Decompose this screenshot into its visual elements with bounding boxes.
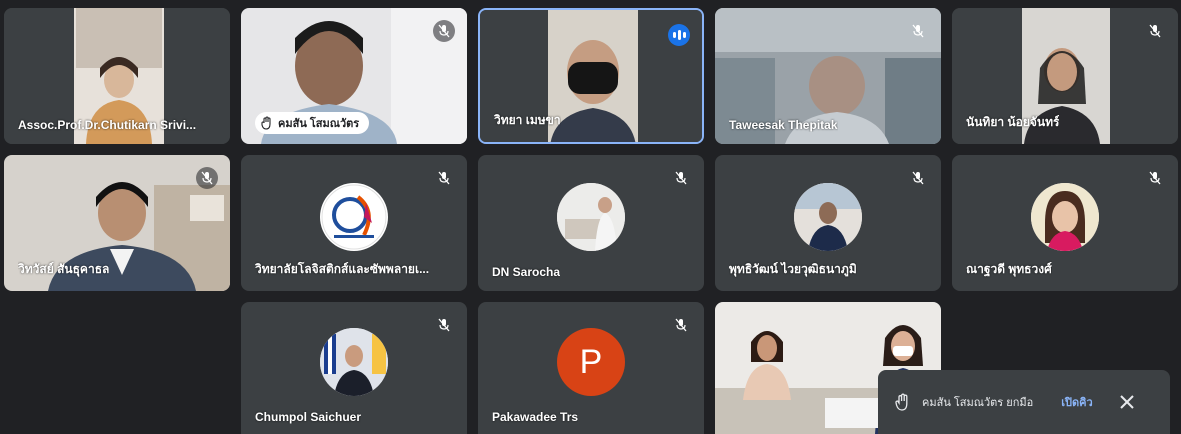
participant-name: Pakawadee Trs	[492, 410, 579, 424]
mic-off-icon	[670, 314, 692, 336]
participant-name: Taweesak Thepitak	[729, 118, 838, 132]
mic-off-icon	[433, 20, 455, 42]
avatar	[1031, 183, 1099, 251]
raised-hand-icon	[895, 393, 908, 411]
participant-tile[interactable]: พุทธิวัฒน์ ไวยวุฒิธนาภูมิ	[715, 155, 941, 291]
notification-message: คมสัน โสมณวัตร ยกมือ	[922, 397, 1034, 409]
avatar	[320, 328, 388, 396]
avatar	[794, 183, 862, 251]
mic-off-icon	[196, 167, 218, 189]
participant-tile[interactable]: Assoc.Prof.Dr.Chutikarn Srivi...	[4, 8, 230, 144]
participant-tile[interactable]: P Pakawadee Trs	[478, 302, 704, 434]
mic-off-icon	[1144, 20, 1166, 42]
participant-tile[interactable]: Chumpol Saichuer	[241, 302, 467, 434]
raised-hand-icon	[261, 116, 271, 130]
close-icon[interactable]	[1117, 392, 1137, 412]
raised-hand-notification: คมสัน โสมณวัตร ยกมือ เปิดคิว	[878, 370, 1170, 434]
mic-off-icon	[907, 167, 929, 189]
participant-name: วิทยาลัยโลจิสติกส์และซัพพลายเ...	[255, 262, 430, 276]
avatar-letter: P	[579, 342, 603, 381]
participant-tile[interactable]: DN Sarocha	[478, 155, 704, 291]
participant-name: วิทวัสย์ สันธุคาธล	[18, 262, 110, 276]
participant-tile[interactable]: คมสัน โสมณวัตร	[241, 8, 467, 144]
participant-tile[interactable]: นันทิยา น้อยจันทร์	[952, 8, 1178, 144]
participant-name: คมสัน โสมณวัตร	[278, 118, 360, 130]
audio-level-icon	[668, 24, 690, 46]
participant-tile-active-speaker[interactable]: วิทยา เมษขา	[478, 8, 704, 144]
participant-name: DN Sarocha	[492, 265, 561, 279]
participant-tile[interactable]: Taweesak Thepitak	[715, 8, 941, 144]
avatar-initial: P	[557, 328, 625, 396]
mic-off-icon	[670, 167, 692, 189]
participant-name: Assoc.Prof.Dr.Chutikarn Srivi...	[18, 118, 197, 132]
mic-off-icon	[907, 20, 929, 42]
participant-name: นันทิยา น้อยจันทร์	[966, 115, 1060, 129]
participant-tile[interactable]: ณาฐวดี พุทธวงศ์	[952, 155, 1178, 291]
mic-off-icon	[433, 167, 455, 189]
open-queue-button[interactable]: เปิดคิว	[1061, 393, 1092, 411]
participant-name: ณาฐวดี พุทธวงศ์	[966, 262, 1052, 276]
mic-off-icon	[1144, 167, 1166, 189]
participant-tile[interactable]: วิทยาลัยโลจิสติกส์และซัพพลายเ...	[241, 155, 467, 291]
participant-name: Chumpol Saichuer	[255, 410, 362, 424]
name-pill: คมสัน โสมณวัตร	[255, 112, 370, 134]
avatar	[320, 183, 388, 251]
avatar	[557, 183, 625, 251]
participant-tile[interactable]: วิทวัสย์ สันธุคาธล	[4, 155, 230, 291]
participant-name: พุทธิวัฒน์ ไวยวุฒิธนาภูมิ	[729, 262, 857, 276]
participant-name: วิทยา เมษขา	[494, 113, 561, 127]
mic-off-icon	[433, 314, 455, 336]
